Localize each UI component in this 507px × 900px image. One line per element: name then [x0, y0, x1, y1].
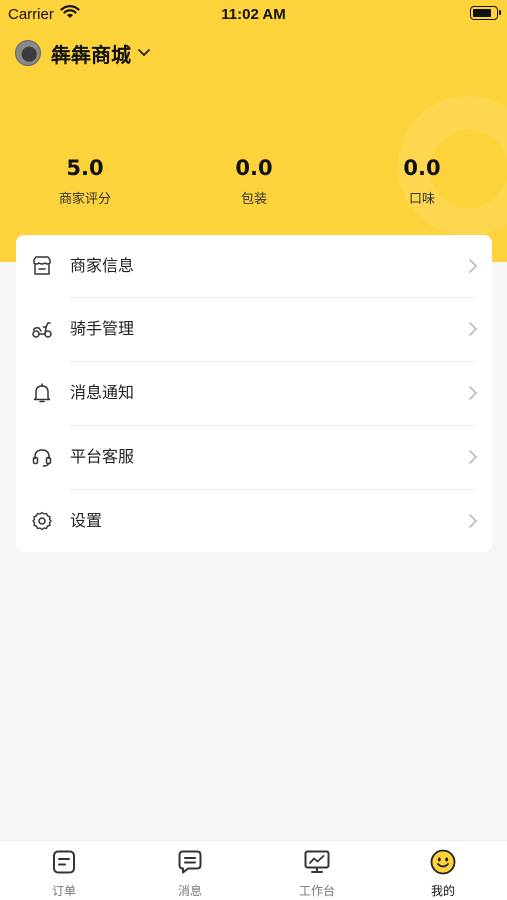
store-icon — [33, 256, 51, 275]
menu-item-label: 消息通知 — [70, 383, 135, 402]
tab-mine[interactable]: 我的 — [380, 841, 506, 900]
tab-label: 订单 — [51, 884, 76, 898]
tab-orders[interactable]: 订单 — [1, 841, 127, 900]
gear-icon — [32, 511, 52, 531]
menu-item-notifications[interactable]: 消息通知 — [16, 362, 492, 425]
tab-label: 工作台 — [298, 884, 335, 898]
bell-icon — [33, 383, 51, 403]
menu-item-customer-service[interactable]: 平台客服 — [16, 426, 492, 489]
stat-packaging: 0.0 包装 — [179, 152, 329, 207]
stat-value: 0.0 — [235, 156, 273, 180]
stat-value: 0.0 — [403, 156, 441, 180]
battery-icon — [470, 6, 501, 20]
menu-item-settings[interactable]: 设置 — [16, 490, 492, 553]
store-name: 犇犇商城 — [51, 42, 131, 67]
stat-value: 5.0 — [66, 156, 104, 180]
chevron-right-icon — [469, 322, 477, 336]
menu-item-merchant-info[interactable]: 商家信息 — [16, 235, 492, 298]
chevron-down-icon — [138, 49, 150, 56]
stat-taste: 0.0 口味 — [347, 152, 497, 207]
dashboard-icon — [304, 850, 330, 873]
tab-label: 消息 — [177, 884, 202, 898]
bottom-tab-bar: 订单 消息 工作台 我的 — [0, 840, 507, 900]
store-stats: 5.0 商家评分 0.0 包装 0.0 口味 — [0, 152, 507, 212]
headset-icon — [32, 449, 52, 467]
store-selector[interactable]: 犇犇商城 — [15, 38, 151, 68]
menu-item-label: 平台客服 — [70, 447, 135, 466]
order-icon — [53, 850, 75, 874]
menu-item-label: 商家信息 — [70, 256, 135, 275]
status-bar: Carrier 11:02 AM — [0, 0, 507, 30]
chevron-right-icon — [469, 450, 477, 464]
tab-dashboard[interactable]: 工作台 — [254, 841, 380, 900]
menu-item-label: 骑手管理 — [70, 319, 135, 338]
chevron-right-icon — [469, 259, 477, 273]
menu-item-rider-management[interactable]: 骑手管理 — [16, 298, 492, 361]
stat-label: 包装 — [240, 192, 267, 207]
smiley-icon — [430, 849, 456, 875]
message-icon — [178, 850, 202, 874]
menu-card: 商家信息 骑手管理 消息通知 平台客服 设置 — [16, 235, 492, 552]
status-time: 11:02 AM — [221, 6, 286, 23]
chevron-right-icon — [469, 386, 477, 400]
menu-item-label: 设置 — [70, 511, 103, 530]
store-avatar — [15, 40, 41, 66]
stat-label: 口味 — [408, 192, 435, 207]
chevron-right-icon — [469, 514, 477, 528]
stat-label: 商家评分 — [58, 192, 111, 207]
tab-label: 我的 — [430, 884, 455, 898]
stat-merchant-rating: 5.0 商家评分 — [10, 152, 160, 207]
tab-messages[interactable]: 消息 — [127, 841, 253, 900]
scooter-icon — [32, 322, 52, 338]
